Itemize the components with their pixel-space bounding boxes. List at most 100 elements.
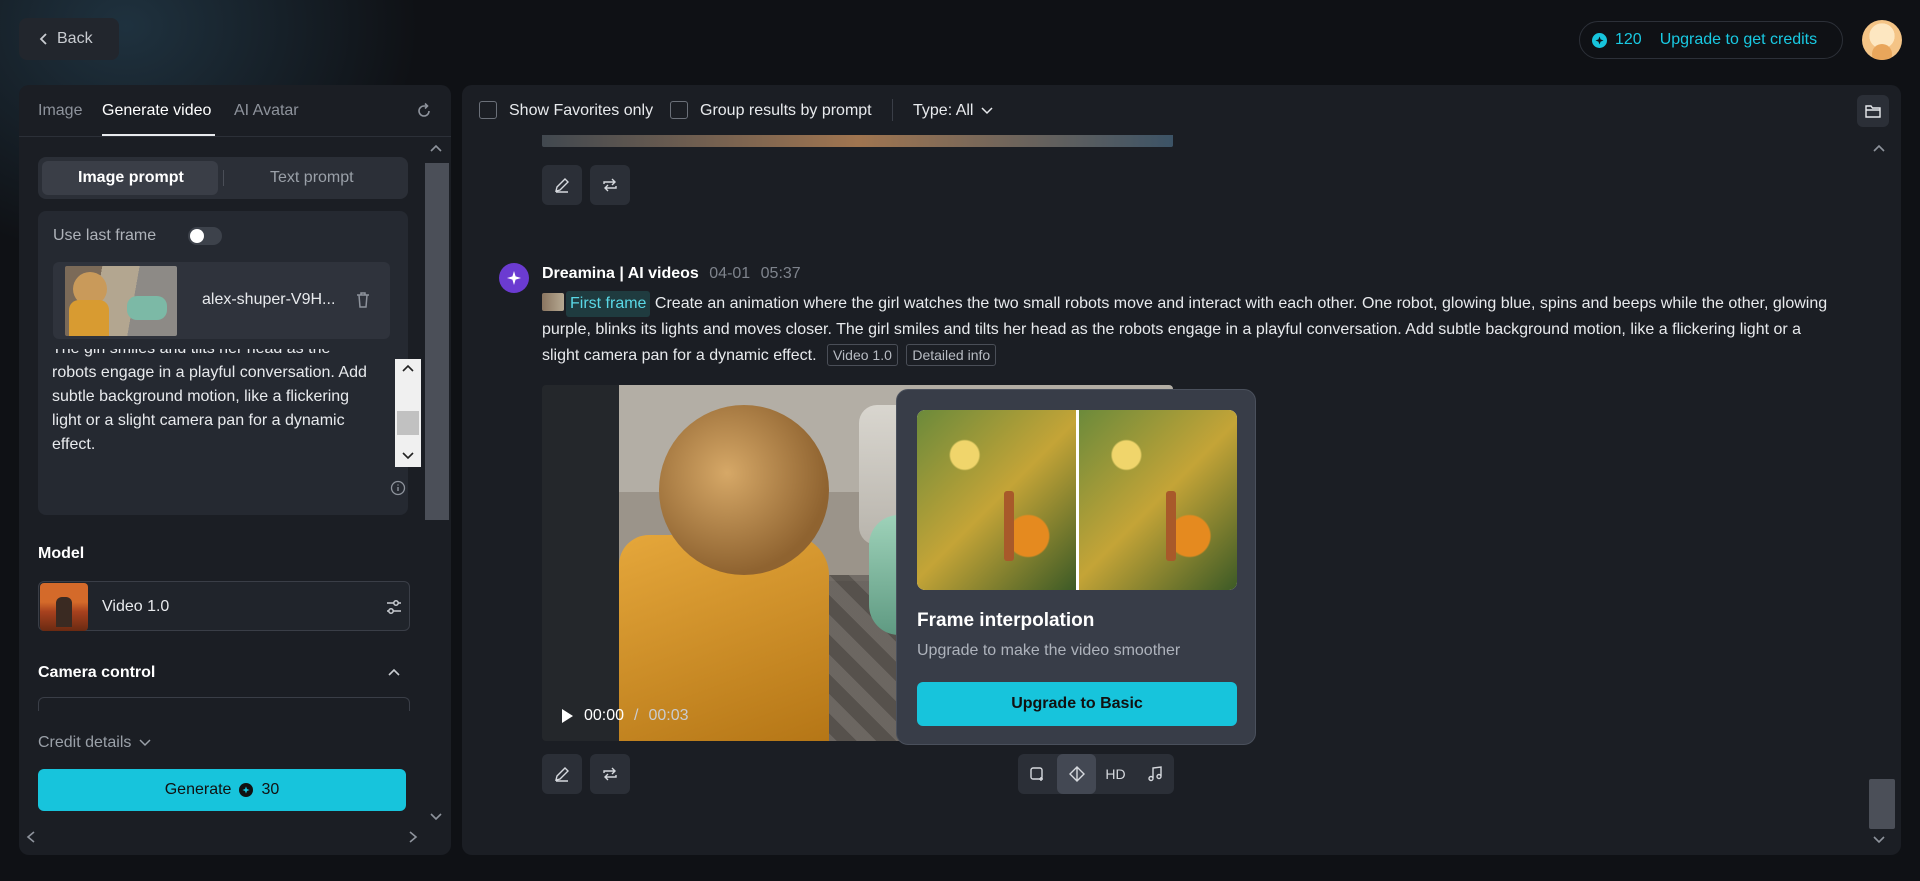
tab-generate-video[interactable]: Generate video [102,102,211,120]
scroll-down-icon[interactable] [429,812,443,822]
video-time-separator: / [634,707,639,724]
type-filter-dropdown[interactable]: Type: All [913,102,994,120]
chevron-down-icon [981,107,994,115]
settings-sliders-icon[interactable] [384,597,404,617]
uploaded-image-thumbnail[interactable] [65,266,177,336]
prompt-textarea[interactable]: The girl smiles and tilts her head as th… [38,349,408,461]
pencil-icon [555,767,569,782]
use-last-frame-toggle[interactable] [188,227,222,245]
previous-video-preview[interactable] [542,135,1173,147]
model-name: Video 1.0 [102,598,170,615]
uploaded-file-name: alex-shuper-V9H... [202,291,336,308]
extend-icon [1029,767,1043,781]
text-prompt-option[interactable]: Text prompt [270,169,354,187]
scroll-up-icon[interactable] [1872,143,1886,153]
group-label[interactable]: Group results by prompt [700,102,872,120]
model-chip: Video 1.0 [826,344,898,366]
folder-icon [1865,105,1881,118]
generate-label: Generate [164,781,232,798]
generate-button[interactable]: Generate 30 [38,769,406,811]
scroll-right-icon[interactable] [407,830,419,844]
favorites-label[interactable]: Show Favorites only [509,102,653,120]
video-controls: 00:00 / 00:03 [560,707,689,725]
popup-title: Frame interpolation [917,610,1095,631]
camera-control-box [38,697,410,711]
prompt-text: The girl smiles and tilts her head as th… [52,349,367,453]
chevron-up-icon[interactable] [386,665,402,681]
tab-image[interactable]: Image [38,102,82,120]
upgrade-link[interactable]: Upgrade to get credits [1660,31,1817,49]
play-icon[interactable] [560,708,574,724]
dreamina-avatar-icon [499,263,529,293]
repeat-icon [603,767,617,781]
use-last-frame-label: Use last frame [53,227,157,244]
entry-author: Dreamina | AI videos [542,265,699,282]
entry-time: 05:37 [760,265,801,282]
model-section-title: Model [38,545,85,562]
prompt-scrollbar[interactable] [395,359,421,467]
generate-cost: 30 [261,781,280,798]
refresh-icon[interactable] [414,101,434,121]
hd-button[interactable]: HD [1096,754,1135,794]
left-panel: Image Generate video AI Avatar Image pro… [19,85,451,855]
delete-icon[interactable] [354,290,372,310]
filter-divider [892,99,893,121]
regenerate-button[interactable] [590,165,630,205]
frame-interpolation-popup: Frame interpolation Upgrade to make the … [896,389,1256,745]
audio-button[interactable] [1135,754,1174,794]
regenerate-button[interactable] [590,754,630,794]
detailed-info-chip[interactable]: Detailed info [906,344,997,366]
model-thumbnail [40,583,88,631]
entry-prompt-text: Create an animation where the girl watch… [542,295,1828,364]
type-filter-label: Type: All [913,102,974,119]
back-button[interactable]: Back [19,18,119,60]
credit-details-toggle[interactable]: Credit details [38,734,151,752]
image-prompt-option[interactable]: Image prompt [78,169,184,187]
scroll-up-icon[interactable] [429,143,443,153]
left-scrollbar-thumb[interactable] [425,163,449,520]
user-avatar[interactable] [1862,20,1902,60]
credit-count: 120 [1615,31,1642,48]
active-tab-indicator [102,134,215,136]
entry-meta: Dreamina | AI videos 04-01 05:37 [542,265,801,283]
chevron-down-icon [139,739,151,747]
prompt-scroll-down-icon[interactable] [401,451,415,461]
results-scrollbar-thumb[interactable] [1869,779,1895,829]
model-selector[interactable]: Video 1.0 [38,581,410,631]
prompt-mode-switch: Image prompt Text prompt [38,157,408,199]
prompt-card: Use last frame alex-shuper-V9H... The gi… [38,211,421,515]
favorites-checkbox[interactable] [479,101,497,119]
mode-tabs: Image Generate video AI Avatar [19,85,451,137]
credit-details-label: Credit details [38,734,132,751]
upgrade-to-basic-button[interactable]: Upgrade to Basic [917,682,1237,726]
tab-ai-avatar[interactable]: AI Avatar [234,102,299,120]
video-tools: HD [1018,754,1174,794]
extend-button[interactable] [1018,754,1057,794]
scroll-left-icon[interactable] [25,830,37,844]
scroll-down-icon[interactable] [1872,835,1886,845]
credit-coin-icon [1592,32,1607,48]
video-current-time: 00:00 [584,707,625,724]
chevron-left-icon [39,33,47,45]
entry-prompt: First frame Create an animation where th… [542,291,1832,369]
folder-button[interactable] [1857,95,1889,127]
popup-subtitle: Upgrade to make the video smoother [917,642,1181,659]
first-frame-tag[interactable]: First frame [566,291,651,317]
credits-pill[interactable]: 120 Upgrade to get credits [1579,21,1843,59]
first-frame-thumbnail [542,293,564,311]
prompt-scroll-up-icon[interactable] [401,363,415,373]
entry-date: 04-01 [709,265,751,282]
results-panel: Show Favorites only Group results by pro… [462,85,1901,855]
camera-control-title[interactable]: Camera control [38,664,155,682]
back-label: Back [57,30,93,47]
edit-button[interactable] [542,754,582,794]
credit-coin-icon [239,783,254,797]
edit-button[interactable] [542,165,582,205]
info-icon[interactable] [390,480,406,496]
frame-interpolation-button[interactable] [1057,754,1096,794]
interpolation-preview [917,410,1237,590]
group-checkbox[interactable] [670,101,688,119]
diamond-icon [1068,766,1085,782]
music-note-icon [1147,766,1162,782]
uploaded-image-row: alex-shuper-V9H... [53,262,390,339]
